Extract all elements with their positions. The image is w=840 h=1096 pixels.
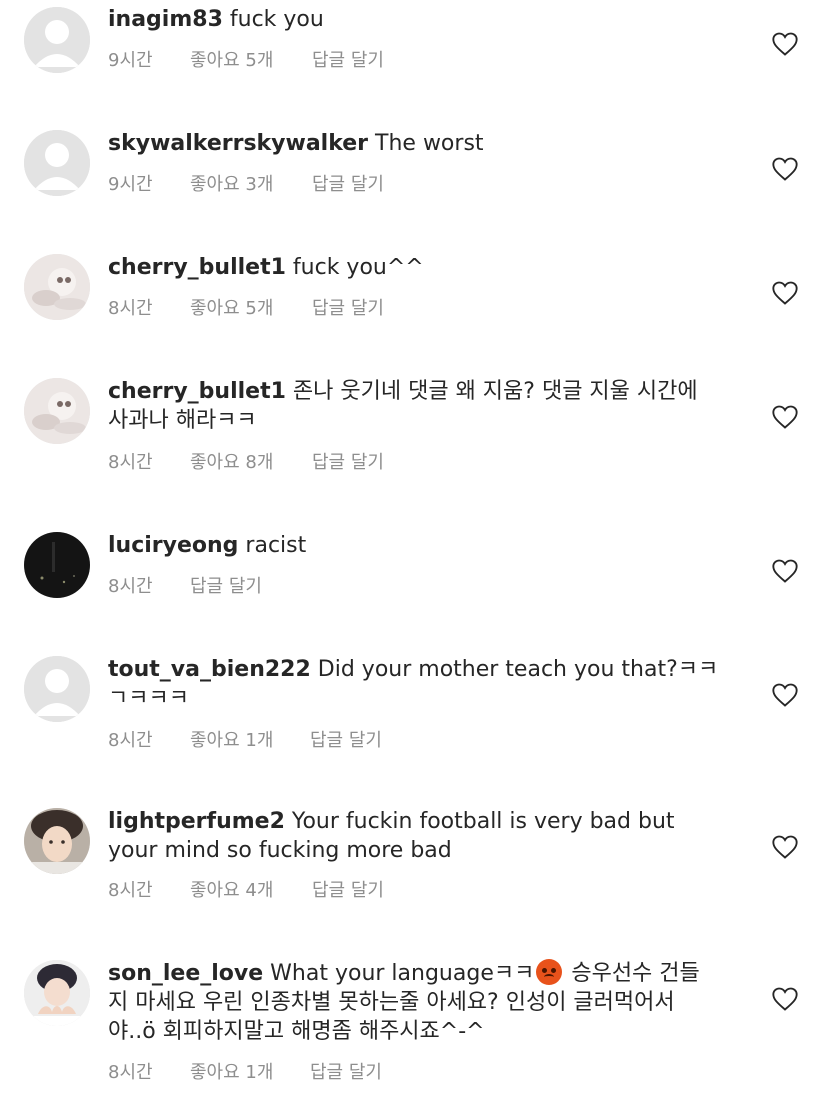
comment-text: inagim83 fuck you <box>108 7 324 32</box>
default-avatar[interactable] <box>24 130 90 196</box>
comment-text: luciryeong racist <box>108 533 307 558</box>
heart-icon[interactable] <box>771 404 799 430</box>
reply-button[interactable]: 답글 달기 <box>312 297 384 321</box>
comment-text: cherry_bullet1 fuck you^^ <box>108 255 424 280</box>
likes-count[interactable]: 좋아요 3개 <box>190 173 273 197</box>
reply-button[interactable]: 답글 달기 <box>312 49 384 73</box>
comment-time[interactable]: 8시간 <box>108 1061 153 1085</box>
angry-face-emoji <box>536 959 563 985</box>
heart-icon[interactable] <box>771 156 799 182</box>
default-avatar[interactable] <box>24 656 90 722</box>
heart-icon[interactable] <box>771 834 799 860</box>
username-link[interactable]: cherry_bullet1 <box>108 255 286 280</box>
heart-icon[interactable] <box>771 31 799 57</box>
reply-button[interactable]: 답글 달기 <box>312 879 384 903</box>
user-avatar[interactable] <box>24 960 90 1026</box>
comment-text: son_lee_love What your languageㅋㅋ 승우선수 건… <box>108 959 700 1044</box>
username-link[interactable]: cherry_bullet1 <box>108 379 286 404</box>
default-avatar[interactable] <box>24 7 90 73</box>
comment-time[interactable]: 9시간 <box>108 173 153 197</box>
reply-button[interactable]: 답글 달기 <box>310 729 382 753</box>
comment-text: skywalkerrskywalker The worst <box>108 131 484 156</box>
username-link[interactable]: son_lee_love <box>108 961 263 986</box>
user-avatar[interactable] <box>24 532 90 598</box>
reply-button[interactable]: 답글 달기 <box>312 451 384 475</box>
likes-count[interactable]: 좋아요 5개 <box>190 49 273 73</box>
reply-button[interactable]: 답글 달기 <box>312 173 384 197</box>
user-avatar[interactable] <box>24 808 90 874</box>
heart-icon[interactable] <box>771 558 799 584</box>
heart-icon[interactable] <box>771 986 799 1012</box>
likes-count[interactable]: 좋아요 1개 <box>190 729 273 753</box>
heart-icon[interactable] <box>771 280 799 306</box>
comment-time[interactable]: 9시간 <box>108 49 153 73</box>
likes-count[interactable]: 좋아요 8개 <box>190 451 273 475</box>
comment-text: cherry_bullet1 존나 웃기네 댓글 왜 지움? 댓글 지울 시간에… <box>108 379 698 433</box>
username-link[interactable]: skywalkerrskywalker <box>108 131 368 156</box>
reply-button[interactable]: 답글 달기 <box>190 575 262 599</box>
likes-count[interactable]: 좋아요 4개 <box>190 879 273 903</box>
comment-time[interactable]: 8시간 <box>108 451 153 475</box>
reply-button[interactable]: 답글 달기 <box>310 1061 382 1085</box>
user-avatar[interactable] <box>24 254 90 320</box>
comment-time[interactable]: 8시간 <box>108 297 153 321</box>
likes-count[interactable]: 좋아요 1개 <box>190 1061 273 1085</box>
user-avatar[interactable] <box>24 378 90 444</box>
comment-time[interactable]: 8시간 <box>108 729 153 753</box>
likes-count[interactable]: 좋아요 5개 <box>190 297 273 321</box>
comment-time[interactable]: 8시간 <box>108 879 153 903</box>
username-link[interactable]: lightperfume2 <box>108 809 285 834</box>
username-link[interactable]: inagim83 <box>108 7 223 32</box>
username-link[interactable]: tout_va_bien222 <box>108 657 311 682</box>
comment-text: lightperfume2 Your fuckin football is ve… <box>108 809 675 863</box>
comment-time[interactable]: 8시간 <box>108 575 153 599</box>
username-link[interactable]: luciryeong <box>108 533 238 558</box>
comment-text: tout_va_bien222 Did your mother teach yo… <box>108 657 719 711</box>
heart-icon[interactable] <box>771 682 799 708</box>
